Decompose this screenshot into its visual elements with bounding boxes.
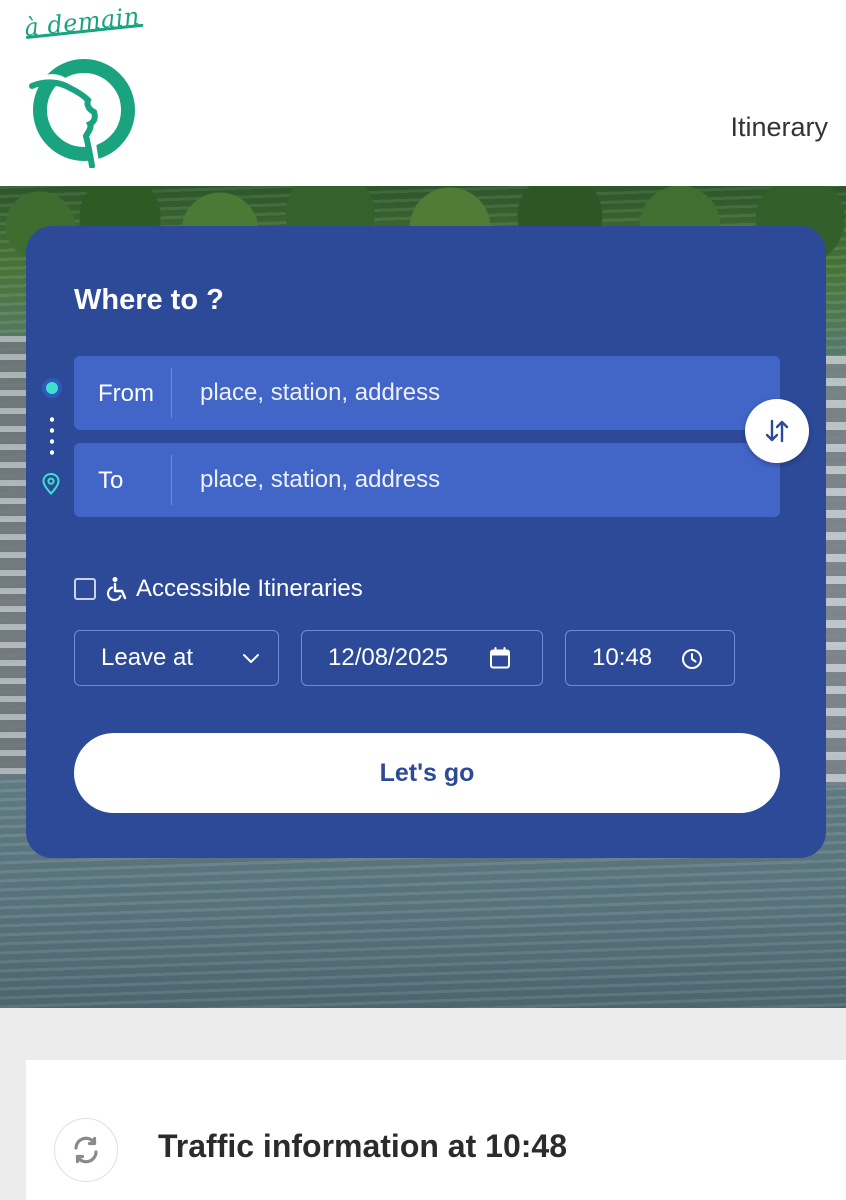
date-input[interactable]: 12/08/2025	[301, 630, 543, 686]
lets-go-button[interactable]: Let's go	[74, 733, 780, 813]
card-title: Where to ?	[74, 284, 224, 316]
refresh-icon	[74, 1136, 98, 1164]
departure-mode-value: Leave at	[101, 644, 194, 671]
time-input[interactable]: 10:48	[565, 630, 735, 686]
wheelchair-icon	[106, 577, 127, 602]
accessible-checkbox[interactable]	[74, 578, 96, 600]
from-input[interactable]	[184, 368, 744, 418]
swap-button[interactable]	[745, 399, 809, 463]
traffic-card: Traffic information at 10:48	[26, 1060, 846, 1200]
page: à demain Itinerary Where to ? From To	[0, 0, 846, 1200]
from-divider	[171, 368, 172, 418]
chevron-down-icon	[243, 654, 259, 663]
ratp-logo-icon[interactable]	[26, 58, 138, 168]
to-label: To	[98, 467, 124, 494]
from-label: From	[98, 380, 154, 407]
nav-itinerary-link[interactable]: Itinerary	[730, 112, 828, 143]
departure-mode-select[interactable]: Leave at	[74, 630, 279, 686]
from-field[interactable]: From	[74, 356, 780, 430]
traffic-section: Traffic information at 10:48	[0, 1008, 846, 1200]
to-field[interactable]: To	[74, 443, 780, 517]
date-value: 12/08/2025	[328, 644, 449, 671]
route-dotted-line	[50, 414, 54, 460]
clock-icon[interactable]	[680, 647, 704, 671]
itinerary-search-card: Where to ? From To	[26, 226, 826, 858]
hero-railing-left	[0, 336, 28, 776]
to-divider	[171, 455, 172, 505]
origin-dot-icon	[42, 378, 62, 398]
header: à demain Itinerary	[0, 0, 846, 186]
hero-railing-right	[824, 356, 846, 786]
swap-vertical-icon	[765, 419, 789, 443]
traffic-title: Traffic information at 10:48	[158, 1128, 567, 1164]
destination-pin-icon	[42, 472, 60, 495]
accessible-itineraries-option[interactable]: Accessible Itineraries	[74, 572, 363, 606]
calendar-icon[interactable]	[488, 646, 512, 670]
time-value: 10:48	[592, 644, 653, 671]
refresh-button[interactable]	[54, 1118, 118, 1182]
accessible-label: Accessible Itineraries	[136, 575, 363, 602]
to-input[interactable]	[184, 455, 744, 505]
